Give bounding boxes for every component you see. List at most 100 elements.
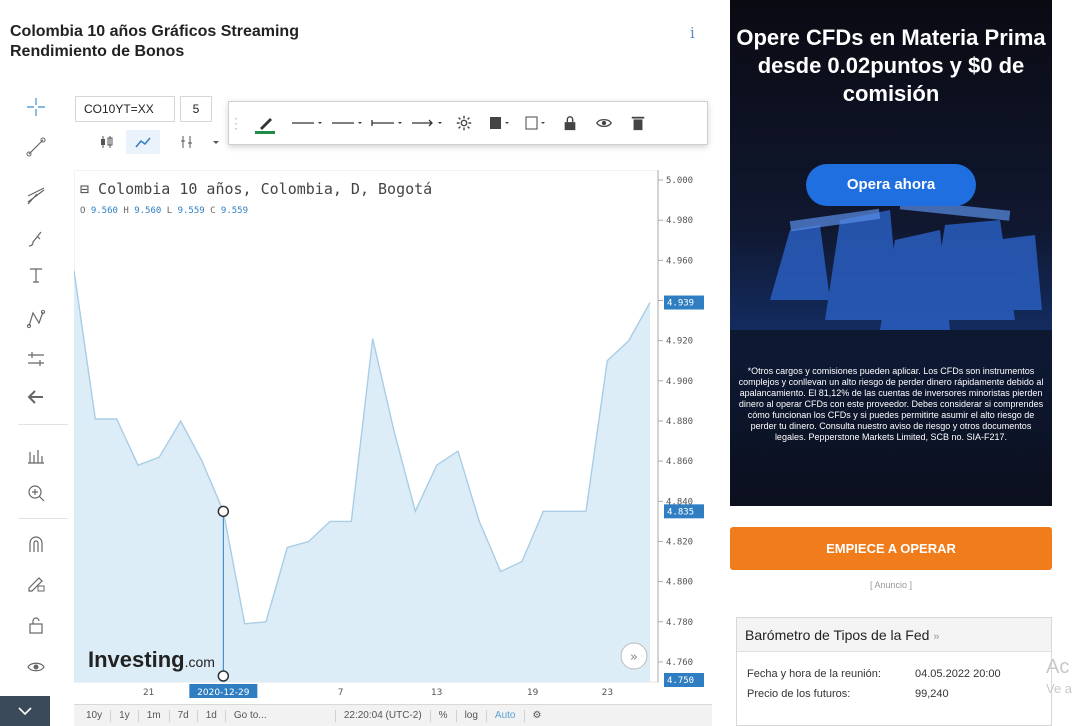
x-tick-label: 7: [338, 688, 344, 698]
fed-futures-label: Precio de los futuros:: [747, 688, 851, 700]
y-tick-label: 4.760: [666, 658, 693, 668]
toolbar-divider: [18, 518, 68, 519]
y-tick-label: 4.980: [666, 216, 693, 226]
x-tick-label: 21: [143, 688, 154, 698]
ohlc-values: O 9.560 H 9.560 L 9.559 C 9.559: [80, 206, 248, 216]
settings-icon[interactable]: [447, 103, 481, 143]
range-7d[interactable]: 7d: [170, 709, 198, 722]
fed-meeting-label: Fecha y hora de la reunión:: [747, 668, 881, 680]
eye-icon[interactable]: [18, 652, 54, 682]
back-arrow-icon[interactable]: [18, 382, 54, 412]
line-start-icon[interactable]: [367, 103, 407, 143]
x-tick-label: 23: [602, 688, 613, 698]
range-1m[interactable]: 1m: [139, 709, 170, 722]
ad-disclaimer: *Otros cargos y comisiones pueden aplica…: [738, 366, 1044, 442]
range-1d[interactable]: 1d: [198, 709, 226, 722]
ad-banner[interactable]: Opere CFDs en Materia Prima desde 0.02pu…: [730, 0, 1052, 506]
crosshair-point: [217, 505, 230, 518]
low-label: L: [166, 206, 173, 216]
activate-windows-watermark: Ac Ve a: [1046, 656, 1072, 700]
drawing-style-popup: ⋮: [228, 101, 708, 145]
range-1y[interactable]: 1y: [111, 709, 139, 722]
y-tick-label: 4.880: [666, 417, 693, 427]
close-label: C: [210, 206, 216, 216]
y-axis-ticks: 5.0004.9804.9604.9404.9204.9004.8804.860…: [658, 176, 693, 668]
fib-tool-icon[interactable]: [18, 180, 54, 210]
candles-icon[interactable]: [90, 130, 124, 154]
fed-futures-value: 99,240: [915, 688, 949, 700]
prediction-icon[interactable]: [18, 344, 54, 374]
drag-handle-icon[interactable]: ⋮: [229, 103, 243, 143]
chevron-right-icon: »: [933, 631, 940, 643]
lock-icon[interactable]: [553, 103, 587, 143]
unlock-icon[interactable]: [18, 610, 54, 640]
page-title: Colombia 10 años Gráficos Streaming Rend…: [10, 22, 299, 62]
ad-headline: Opere CFDs en Materia Prima desde 0.02pu…: [736, 25, 1046, 106]
fed-title-text: Barómetro de Tipos de la Fed: [745, 627, 930, 643]
page-title-line1: Colombia 10 años Gráficos Streaming: [10, 23, 299, 40]
y-tick-label: 4.900: [666, 377, 693, 387]
close-value: 9.559: [220, 206, 249, 216]
pen-color-icon[interactable]: [243, 103, 287, 143]
log-toggle[interactable]: log: [457, 709, 487, 722]
brush-icon[interactable]: [18, 224, 54, 254]
drawing-toolbar: [0, 90, 68, 726]
lock-drawing-icon[interactable]: [18, 568, 54, 598]
zoom-in-icon[interactable]: [18, 478, 54, 508]
chart-series-header: ⊟ Colombia 10 años, Colombia, D, Bogotá: [80, 180, 433, 198]
info-icon[interactable]: i: [690, 24, 695, 42]
y-tick-label: 4.920: [666, 337, 693, 347]
line-style-icon[interactable]: [327, 103, 367, 143]
pattern-icon[interactable]: [18, 304, 54, 334]
chart-settings-icon[interactable]: ⚙: [525, 710, 550, 722]
line-end-icon[interactable]: [407, 103, 447, 143]
price-chart[interactable]: 5.0004.9804.9604.9404.9204.9004.8804.860…: [74, 170, 712, 706]
start-trading-button[interactable]: EMPIECE A OPERAR: [730, 527, 1052, 570]
fill-color-icon[interactable]: [481, 103, 517, 143]
clone-icon[interactable]: [517, 103, 553, 143]
magnet-icon[interactable]: [18, 530, 54, 560]
watermark-line2: Ve a: [1046, 681, 1073, 696]
trash-icon[interactable]: [621, 103, 655, 143]
crosshair-icon[interactable]: [18, 92, 54, 122]
open-label: O: [80, 206, 86, 216]
collapse-chevron-icon[interactable]: [0, 696, 50, 726]
percent-toggle[interactable]: %: [431, 709, 457, 722]
crosshair-anchor: [217, 670, 230, 682]
low-value: 9.559: [177, 206, 205, 216]
high-label: H: [123, 206, 129, 216]
y-tick-label: 4.780: [666, 618, 693, 628]
ad-cta-button[interactable]: Opera ahora: [806, 164, 976, 206]
auto-toggle[interactable]: Auto: [487, 709, 525, 722]
chart-bottom-bar: 10y 1y 1m 7d 1d Go to... 22:20:04 (UTC-2…: [74, 704, 712, 726]
fed-barometer-title[interactable]: Barómetro de Tipos de la Fed »: [737, 618, 1051, 652]
trend-line-icon[interactable]: [18, 132, 54, 162]
compare-icon[interactable]: [170, 130, 204, 154]
y-tick-label: 4.960: [666, 256, 693, 266]
y-tick-label: 4.800: [666, 578, 693, 588]
clock-label: 22:20:04 (UTC-2): [336, 709, 431, 722]
open-value: 9.560: [90, 206, 118, 216]
watermark-line1: Ac: [1046, 656, 1070, 678]
area-chart-icon[interactable]: [126, 130, 160, 154]
x-tick-label: 19: [527, 688, 539, 698]
text-tool-icon[interactable]: [18, 260, 54, 290]
double-chevron-icon: »: [630, 650, 638, 665]
dropdown-icon[interactable]: [208, 130, 224, 154]
fed-barometer-widget: Barómetro de Tipos de la Fed » Fecha y h…: [736, 617, 1052, 726]
crosshair-date-label: 2020-12-29: [197, 688, 250, 698]
x-tick-label: 13: [431, 688, 442, 698]
price-labels: 4.939 4.835 4.750: [664, 295, 704, 687]
y-tick-label: 5.000: [666, 176, 693, 186]
x-axis-ticks: 21 2020-12-29 7 13 19 23: [143, 684, 613, 698]
range-10y[interactable]: 10y: [74, 709, 112, 722]
visibility-icon[interactable]: [587, 103, 621, 143]
measure-icon[interactable]: [18, 440, 54, 470]
bottom-price-label: 4.750: [667, 676, 694, 686]
goto-button[interactable]: Go to...: [226, 709, 336, 722]
interval-select[interactable]: 5: [180, 96, 212, 122]
y-tick-label: 4.860: [666, 457, 693, 467]
symbol-input[interactable]: CO10YT=XX: [75, 96, 175, 122]
line-width-icon[interactable]: [287, 103, 327, 143]
toolbar-divider: [18, 424, 68, 425]
